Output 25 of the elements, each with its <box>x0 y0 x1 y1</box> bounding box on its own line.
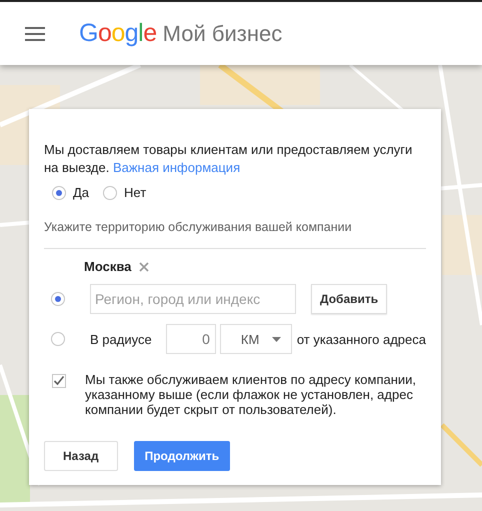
radius-suffix: от указанного адреса <box>296 332 426 346</box>
unit-dropdown[interactable]: КМ <box>220 324 292 354</box>
radio-button[interactable] <box>103 186 118 200</box>
info-link[interactable]: Важная информация <box>112 160 240 175</box>
menu-icon[interactable] <box>25 26 45 40</box>
checkbox-label: Мы также обслуживаем клиентов по адресу компании, указанному выше (если флажок не установлен, адрес компании будет скрыт от пользователей). <box>85 372 418 417</box>
region-field[interactable]: Регион, город или индекс <box>90 284 296 314</box>
checkbox[interactable] <box>52 374 66 388</box>
area-name: Москва <box>84 259 132 274</box>
radio-button[interactable] <box>52 186 66 200</box>
add-button[interactable]: Добавить <box>311 284 388 314</box>
product-name: Мой бизнес <box>162 20 282 46</box>
radio-label: Да <box>73 185 90 200</box>
caret-icon <box>272 336 281 342</box>
back-button[interactable]: Назад <box>44 441 118 471</box>
radio-label: Нет <box>124 185 146 200</box>
close-icon[interactable] <box>139 262 150 272</box>
area-hint: Укажите территорию обслуживания вашей компании <box>44 220 353 234</box>
radius-field[interactable]: 0 <box>166 324 216 354</box>
delivery-question: Мы доставляем товары клиентам или предоставляем услуги на выезде. Важная информация <box>44 141 414 177</box>
radio-button[interactable] <box>51 292 65 306</box>
radio-button[interactable] <box>51 332 65 346</box>
continue-button[interactable]: Продолжить <box>134 441 230 471</box>
google-logo: Google <box>79 19 157 48</box>
radius-label: В радиусе <box>90 332 153 346</box>
